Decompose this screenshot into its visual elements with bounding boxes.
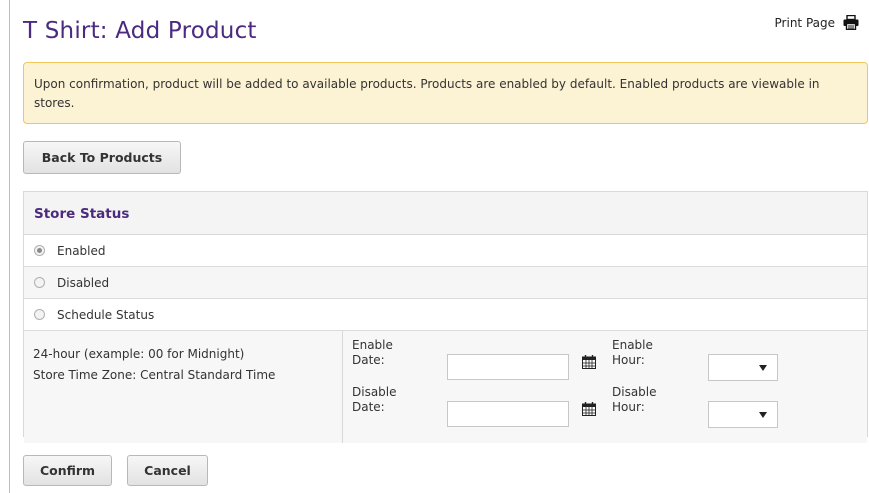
- chevron-down-icon: [759, 412, 767, 418]
- printer-icon: [843, 15, 859, 30]
- store-status-panel: Store Status Enabled Disabled Schedule S…: [23, 191, 868, 443]
- print-page-label: Print Page: [774, 15, 835, 30]
- enable-hour-label: Enable Hour:: [612, 338, 653, 367]
- alert-message: Upon confirmation, product will be added…: [34, 77, 820, 110]
- calendar-icon[interactable]: [582, 402, 596, 419]
- disable-hour-label: Disable Hour:: [612, 385, 657, 414]
- frame-border: [9, 0, 10, 493]
- calendar-icon[interactable]: [582, 355, 596, 372]
- status-option-schedule[interactable]: Schedule Status: [24, 299, 867, 331]
- status-option-label: Schedule Status: [57, 307, 155, 322]
- enable-hour-select[interactable]: [708, 354, 778, 381]
- schedule-section: 24-hour (example: 00 for Midnight) Store…: [24, 331, 867, 443]
- add-product-page: T Shirt: Add Product Print Page Upon con…: [0, 0, 869, 493]
- confirm-button[interactable]: Confirm: [23, 455, 112, 486]
- info-alert: Upon confirmation, product will be added…: [23, 62, 868, 124]
- hour-format-hint: 24-hour (example: 00 for Midnight): [33, 347, 245, 361]
- schedule-status-radio[interactable]: [34, 309, 45, 320]
- enable-date-label: Enable Date:: [352, 338, 393, 367]
- page-title: T Shirt: Add Product: [23, 18, 257, 44]
- store-timezone: Store Time Zone: Central Standard Time: [33, 368, 276, 382]
- disabled-radio[interactable]: [34, 277, 45, 288]
- back-to-products-button[interactable]: Back To Products: [23, 141, 181, 174]
- status-option-label: Enabled: [57, 243, 106, 258]
- store-status-heading: Store Status: [24, 192, 867, 235]
- chevron-down-icon: [759, 365, 767, 371]
- enabled-radio[interactable]: [34, 245, 45, 256]
- disable-hour-select[interactable]: [708, 401, 778, 428]
- status-option-label: Disabled: [57, 275, 110, 290]
- print-page-link[interactable]: Print Page: [775, 15, 859, 30]
- disable-date-input[interactable]: [447, 401, 569, 427]
- cancel-button[interactable]: Cancel: [127, 455, 208, 486]
- disable-date-label: Disable Date:: [352, 385, 397, 414]
- schedule-info: 24-hour (example: 00 for Midnight) Store…: [24, 331, 343, 443]
- status-option-enabled[interactable]: Enabled: [24, 235, 867, 267]
- enable-date-input[interactable]: [447, 354, 569, 380]
- status-option-disabled[interactable]: Disabled: [24, 267, 867, 299]
